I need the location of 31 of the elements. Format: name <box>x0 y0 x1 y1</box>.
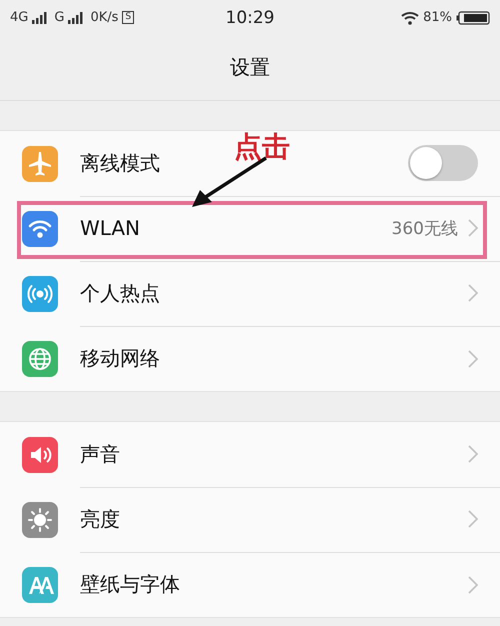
row-label: 移动网络 <box>80 345 160 372</box>
battery-percent: 81% <box>423 10 452 25</box>
chevron-icon <box>468 284 478 302</box>
row-label: 声音 <box>80 440 120 468</box>
chevron-icon <box>468 219 478 237</box>
row-label: 离线模式 <box>80 150 160 176</box>
settings-row[interactable]: 亮度 <box>0 487 500 552</box>
chevron-icon <box>468 445 478 463</box>
row-label: 壁纸与字体 <box>80 571 180 598</box>
sim-badge: S <box>122 11 134 24</box>
settings-row[interactable]: WLAN 360无线 <box>0 196 500 261</box>
settings-row[interactable]: 个人热点 <box>0 261 500 326</box>
battery-icon <box>456 10 490 24</box>
row-label: 亮度 <box>80 506 120 532</box>
wifi-icon <box>401 10 420 24</box>
network-label: G <box>54 10 64 25</box>
row-label: WLAN <box>80 216 140 240</box>
chevron-icon <box>468 510 478 528</box>
settings-row[interactable]: 壁纸与字体 <box>0 552 500 617</box>
chevron-icon <box>468 576 478 594</box>
row-label: 个人热点 <box>80 280 160 306</box>
settings-row[interactable]: 声音 <box>0 422 500 487</box>
annotation-label: 点击 <box>234 129 290 165</box>
settings-row[interactable]: 移动网络 <box>0 326 500 391</box>
toggle-switch[interactable] <box>408 145 478 181</box>
network-label: 4G <box>10 10 28 25</box>
chevron-icon <box>468 350 478 368</box>
row-value: 360无线 <box>392 218 458 240</box>
speed-label: 0K/s <box>90 10 118 25</box>
page-title: 设置 <box>230 54 270 81</box>
clock: 10:29 <box>226 8 274 28</box>
